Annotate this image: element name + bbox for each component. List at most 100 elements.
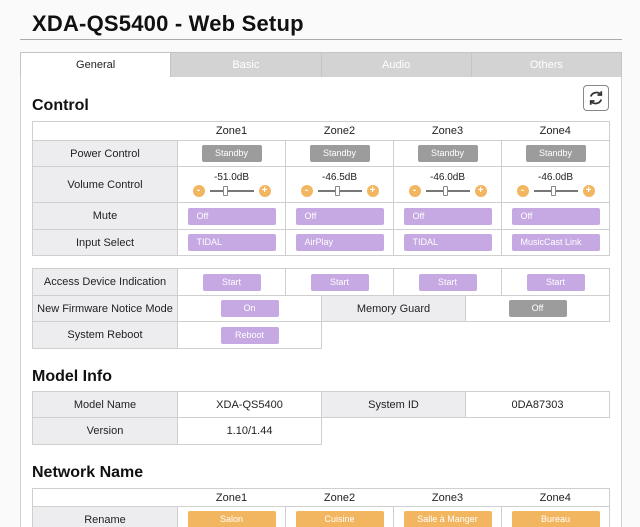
- model-info-table: Model Name XDA-QS5400 System ID 0DA87303: [32, 391, 610, 418]
- zone-header: Zone3: [393, 121, 502, 141]
- input-select-zone3[interactable]: TIDAL: [403, 234, 492, 251]
- volume-up-button[interactable]: +: [582, 185, 595, 197]
- power-control-row: Power Control Standby Standby Standby St…: [32, 140, 610, 167]
- volume-widget-zone2: -46.5dB - +: [295, 172, 385, 197]
- volume-slider[interactable]: [533, 186, 578, 196]
- power-button-zone4[interactable]: Standby: [525, 145, 586, 162]
- volume-control-label: Volume Control: [32, 166, 178, 203]
- volume-up-button[interactable]: +: [258, 185, 271, 197]
- volume-value: -46.0dB: [429, 172, 466, 183]
- volume-control-row: Volume Control -51.0dB - + -46.5dB - + -46…: [32, 166, 610, 203]
- zone-header: Zone2: [285, 488, 394, 507]
- mute-label: Mute: [32, 202, 178, 230]
- rename-label: Rename: [32, 506, 178, 527]
- tab-audio[interactable]: Audio: [321, 52, 472, 78]
- firmware-notice-label: New Firmware Notice Mode: [32, 295, 178, 322]
- system-id-value: 0DA87303: [465, 391, 610, 418]
- power-control-label: Power Control: [32, 140, 178, 167]
- volume-value: -51.0dB: [213, 172, 250, 183]
- volume-widget-zone3: -46.0dB - +: [403, 172, 493, 197]
- zone-header: Zone1: [177, 121, 286, 141]
- volume-value: -46.5dB: [321, 172, 358, 183]
- control-section-title: Control: [32, 97, 89, 114]
- access-device-label: Access Device Indication: [32, 268, 178, 296]
- volume-slider-handle[interactable]: [551, 186, 557, 196]
- tab-basic[interactable]: Basic: [171, 52, 322, 78]
- tab-others[interactable]: Others: [471, 52, 622, 78]
- power-button-zone3[interactable]: Standby: [417, 145, 478, 162]
- reboot-button[interactable]: Reboot: [220, 326, 279, 344]
- mute-button-zone4[interactable]: Off: [511, 207, 600, 225]
- header-spacer: [32, 488, 178, 507]
- control-table: Zone1 Zone2 Zone3 Zone4 Power Control St…: [32, 121, 610, 256]
- volume-down-button[interactable]: -: [516, 185, 529, 197]
- input-select-zone4[interactable]: MusicCast Link: [511, 234, 600, 251]
- input-select-zone1[interactable]: TIDAL: [187, 234, 276, 251]
- title-divider: [20, 39, 622, 40]
- zone-header: Zone3: [393, 488, 502, 507]
- memory-guard-toggle[interactable]: Off: [508, 300, 567, 317]
- rename-row: Rename Salon Cuisine Salle à Manger Bure…: [32, 506, 610, 527]
- version-row: Version 1.10/1.44: [32, 417, 322, 445]
- volume-slider[interactable]: [317, 186, 362, 196]
- firmware-row: New Firmware Notice Mode On Memory Guard…: [32, 295, 610, 322]
- volume-up-button[interactable]: +: [474, 185, 487, 197]
- rename-zone4[interactable]: Bureau: [511, 511, 600, 527]
- rename-zone2[interactable]: Cuisine: [295, 511, 384, 527]
- rename-zone1[interactable]: Salon: [187, 511, 276, 527]
- input-select-zone2[interactable]: AirPlay: [295, 234, 384, 251]
- refresh-button[interactable]: [583, 85, 609, 111]
- version-label: Version: [32, 417, 178, 445]
- volume-slider-handle[interactable]: [443, 186, 449, 196]
- volume-slider[interactable]: [209, 186, 254, 196]
- header-spacer: [32, 121, 178, 141]
- volume-down-button[interactable]: -: [300, 185, 313, 197]
- system-id-label: System ID: [321, 391, 466, 418]
- volume-widget-zone4: -46.0dB - +: [511, 172, 601, 197]
- input-select-row: Input Select TIDAL AirPlay TIDAL MusicCa…: [32, 229, 610, 256]
- input-select-label: Input Select: [32, 229, 178, 256]
- volume-up-button[interactable]: +: [366, 185, 379, 197]
- mute-button-zone1[interactable]: Off: [187, 207, 276, 225]
- zone-header: Zone2: [285, 121, 394, 141]
- zone-header: Zone4: [501, 121, 610, 141]
- mute-button-zone3[interactable]: Off: [403, 207, 492, 225]
- model-info-section-title: Model Info: [32, 368, 112, 385]
- mute-button-zone2[interactable]: Off: [295, 207, 384, 225]
- volume-slider-handle[interactable]: [335, 186, 341, 196]
- zone-header: Zone4: [501, 488, 610, 507]
- mute-row: Mute Off Off Off Off: [32, 202, 610, 230]
- memory-guard-label: Memory Guard: [321, 295, 466, 322]
- access-start-zone1[interactable]: Start: [202, 273, 261, 291]
- network-name-section-title: Network Name: [32, 464, 144, 481]
- rename-zone3[interactable]: Salle à Manger: [403, 511, 492, 527]
- page-title: XDA-QS5400 - Web Setup: [32, 11, 304, 36]
- model-name-row: Model Name XDA-QS5400 System ID 0DA87303: [32, 391, 610, 418]
- zone-header-row: Zone1 Zone2 Zone3 Zone4: [32, 121, 610, 141]
- access-device-table: Access Device Indication Start Start Sta…: [32, 268, 610, 296]
- power-button-zone1[interactable]: Standby: [201, 145, 262, 162]
- volume-down-button[interactable]: -: [408, 185, 421, 197]
- model-name-label: Model Name: [32, 391, 178, 418]
- volume-slider[interactable]: [425, 186, 470, 196]
- volume-value: -46.0dB: [537, 172, 574, 183]
- reboot-row: System Reboot Reboot: [32, 321, 322, 349]
- firmware-notice-toggle[interactable]: On: [220, 300, 279, 317]
- volume-down-button[interactable]: -: [192, 185, 205, 197]
- access-start-zone2[interactable]: Start: [310, 273, 369, 291]
- network-zone-header-row: Zone1 Zone2 Zone3 Zone4: [32, 488, 610, 507]
- volume-widget-zone1: -51.0dB - +: [187, 172, 277, 197]
- power-button-zone2[interactable]: Standby: [309, 145, 370, 162]
- system-reboot-label: System Reboot: [32, 321, 178, 349]
- version-value: 1.10/1.44: [177, 417, 322, 445]
- refresh-icon: [589, 91, 603, 105]
- access-device-row: Access Device Indication Start Start Sta…: [32, 268, 610, 296]
- tab-bar: General Basic Audio Others: [20, 52, 622, 78]
- access-start-zone3[interactable]: Start: [418, 273, 477, 291]
- reboot-table: System Reboot Reboot: [32, 321, 322, 349]
- zone-header: Zone1: [177, 488, 286, 507]
- tab-general[interactable]: General: [20, 52, 172, 78]
- access-start-zone4[interactable]: Start: [526, 273, 585, 291]
- volume-slider-handle[interactable]: [223, 186, 229, 196]
- firmware-memory-table: New Firmware Notice Mode On Memory Guard…: [32, 295, 610, 322]
